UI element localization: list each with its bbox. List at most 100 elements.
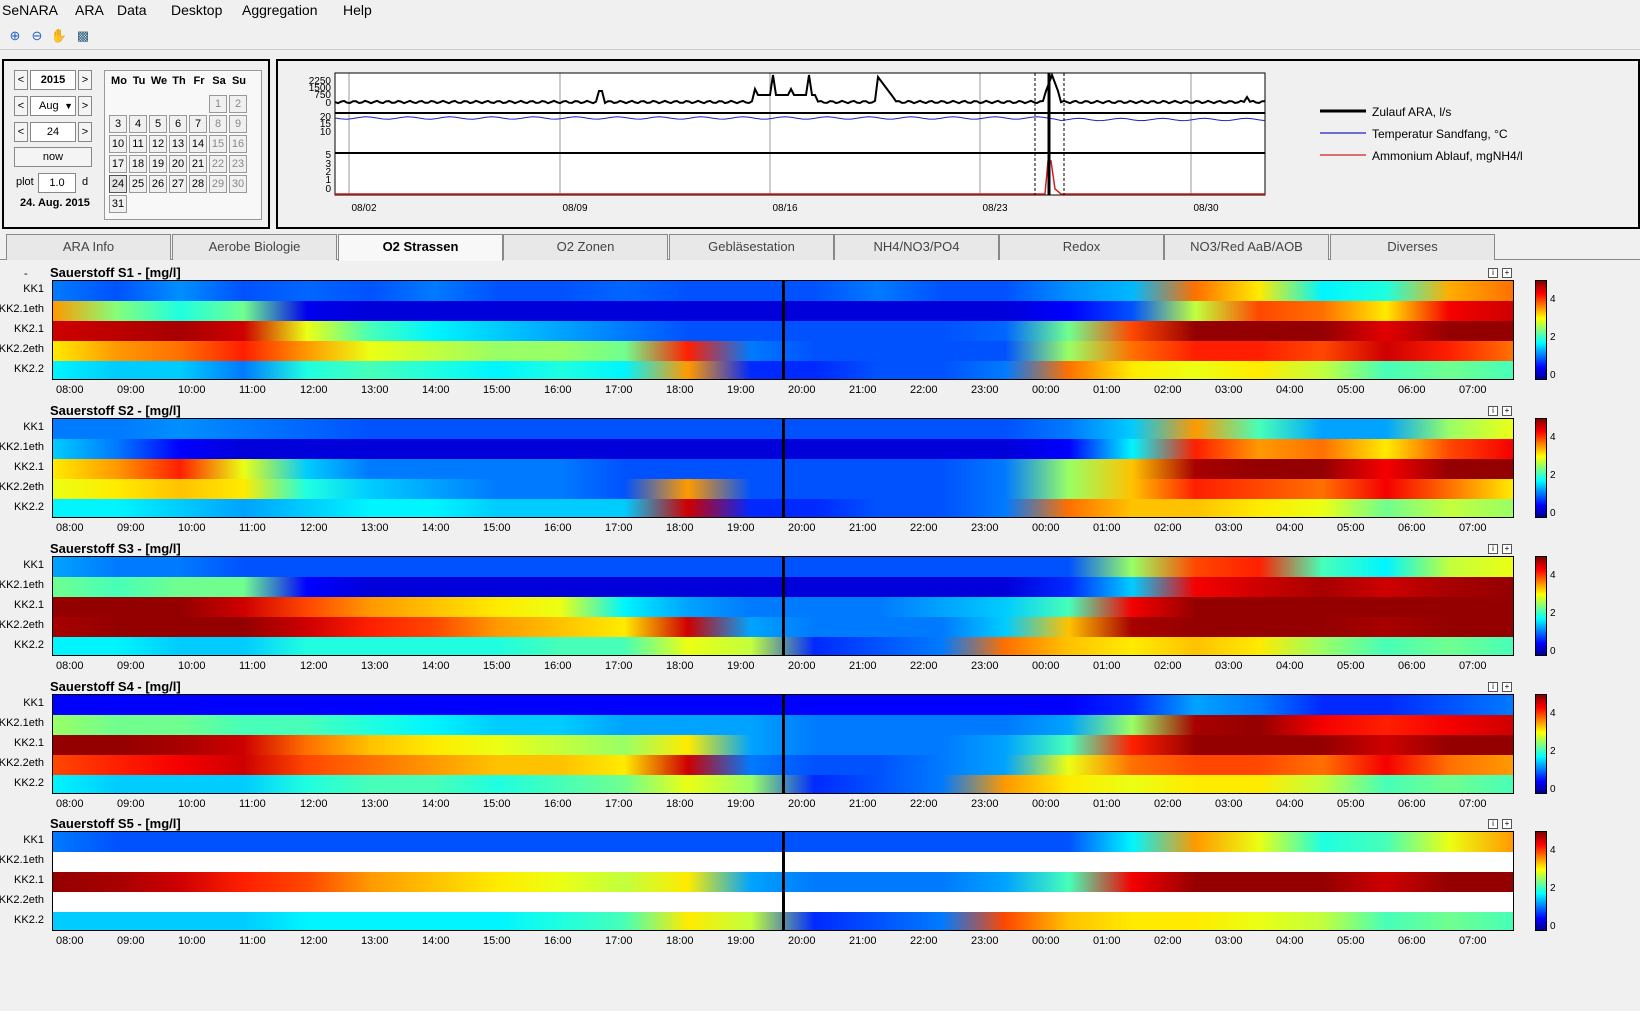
- info-icon[interactable]: i: [1488, 819, 1498, 829]
- day-next-button[interactable]: >: [78, 122, 92, 142]
- calendar-day[interactable]: 31: [109, 195, 127, 213]
- calendar-day[interactable]: 26: [149, 175, 167, 193]
- current-time-marker: [782, 281, 785, 379]
- menu-ara[interactable]: ARA: [75, 2, 104, 18]
- current-time-marker: [782, 832, 785, 930]
- expand-icon[interactable]: +: [1502, 544, 1512, 554]
- calendar-day[interactable]: 30: [229, 175, 247, 193]
- calendar-day[interactable]: 19: [149, 155, 167, 173]
- overview-ytick: 10: [320, 127, 332, 138]
- month-select[interactable]: Aug ▼: [30, 96, 76, 116]
- calendar-day[interactable]: 8: [209, 115, 227, 133]
- heatmap-panel[interactable]: [52, 280, 1514, 380]
- heatmap-panel[interactable]: [52, 694, 1514, 794]
- expand-icon[interactable]: +: [1502, 268, 1512, 278]
- menu-help[interactable]: Help: [343, 2, 372, 18]
- calendar-day[interactable]: 3: [109, 115, 127, 133]
- calendar-day[interactable]: 21: [189, 155, 207, 173]
- calendar-day[interactable]: 6: [169, 115, 187, 133]
- calendar-day[interactable]: 1: [209, 95, 227, 113]
- export-icon[interactable]: ▩: [74, 27, 92, 45]
- dash-marker: -: [24, 268, 28, 280]
- zoom-in-icon[interactable]: ⊕: [6, 27, 24, 45]
- calendar-day[interactable]: 24: [109, 175, 127, 193]
- zoom-out-icon[interactable]: ⊖: [28, 27, 46, 45]
- expand-icon[interactable]: +: [1502, 819, 1512, 829]
- tab-o2-strassen[interactable]: O2 Strassen: [338, 234, 503, 261]
- x-tick-label: 03:00: [1215, 935, 1243, 947]
- row-label: KK1: [23, 421, 44, 433]
- calendar-day[interactable]: 15: [209, 135, 227, 153]
- info-icon[interactable]: i: [1488, 682, 1498, 692]
- calendar-day[interactable]: 16: [229, 135, 247, 153]
- expand-icon[interactable]: +: [1502, 406, 1512, 416]
- overview-xtick: 08/23: [982, 203, 1007, 214]
- month-next-button[interactable]: >: [78, 96, 92, 116]
- heatmap-panel[interactable]: [52, 831, 1514, 931]
- calendar-day[interactable]: 14: [189, 135, 207, 153]
- plot-field[interactable]: 1.0: [38, 173, 76, 193]
- calendar-day[interactable]: 28: [189, 175, 207, 193]
- menu-aggregation[interactable]: Aggregation: [242, 2, 318, 18]
- tab-diverses[interactable]: Diverses: [1330, 234, 1495, 260]
- pan-hand-icon[interactable]: ✋: [50, 27, 68, 45]
- now-button[interactable]: now: [14, 147, 92, 167]
- tab-nh4-no3-po4[interactable]: NH4/NO3/PO4: [834, 234, 999, 260]
- info-icon[interactable]: i: [1488, 268, 1498, 278]
- calendar-day[interactable]: 25: [129, 175, 147, 193]
- calendar-day[interactable]: 18: [129, 155, 147, 173]
- calendar-day[interactable]: 22: [209, 155, 227, 173]
- row-label: KK2.2eth: [0, 481, 44, 493]
- calendar-day[interactable]: 7: [189, 115, 207, 133]
- x-tick-label: 08:00: [56, 384, 84, 396]
- calendar-day[interactable]: 10: [109, 135, 127, 153]
- day-field[interactable]: 24: [30, 122, 76, 142]
- x-tick-label: 06:00: [1398, 660, 1426, 672]
- x-tick-label: 23:00: [971, 384, 999, 396]
- calendar-day[interactable]: 12: [149, 135, 167, 153]
- tab-redox[interactable]: Redox: [999, 234, 1164, 260]
- calendar-day[interactable]: 29: [209, 175, 227, 193]
- x-tick-label: 04:00: [1276, 660, 1304, 672]
- menu-desktop[interactable]: Desktop: [171, 2, 222, 18]
- calendar-day[interactable]: 11: [129, 135, 147, 153]
- year-field[interactable]: 2015: [30, 70, 76, 90]
- info-icon[interactable]: i: [1488, 544, 1498, 554]
- year-next-button[interactable]: >: [78, 70, 92, 90]
- month-prev-button[interactable]: <: [14, 96, 28, 116]
- panel-title: Sauerstoff S4 - [mg/l]: [50, 679, 181, 694]
- menu-data[interactable]: Data: [117, 2, 147, 18]
- heatmap-panel[interactable]: [52, 418, 1514, 518]
- x-tick-label: 03:00: [1215, 522, 1243, 534]
- calendar-day[interactable]: 2: [229, 95, 247, 113]
- tab-o2-zonen[interactable]: O2 Zonen: [503, 234, 668, 260]
- colorbar-tick: 4: [1550, 294, 1556, 305]
- calendar-day[interactable]: 9: [229, 115, 247, 133]
- tab-no3-red-aab-aob[interactable]: NO3/Red AaB/AOB: [1164, 234, 1329, 260]
- calendar-day[interactable]: 13: [169, 135, 187, 153]
- calendar-day[interactable]: 4: [129, 115, 147, 133]
- year-prev-button[interactable]: <: [14, 70, 28, 90]
- x-tick-label: 23:00: [971, 798, 999, 810]
- calendar-day[interactable]: 17: [109, 155, 127, 173]
- x-tick-label: 18:00: [666, 798, 694, 810]
- overview-chart[interactable]: 2250150075002015105321008/02 08/09 08/16 08…: [278, 61, 1638, 227]
- tab-gebl-sestation[interactable]: Gebläsestation: [669, 234, 834, 260]
- legend-label: Zulauf ARA, l/s: [1372, 105, 1451, 119]
- calendar-day[interactable]: 23: [229, 155, 247, 173]
- x-tick-label: 00:00: [1032, 660, 1060, 672]
- expand-icon[interactable]: +: [1502, 682, 1512, 692]
- tab-ara-info[interactable]: ARA Info: [6, 234, 171, 260]
- tab-aerobe-biologie[interactable]: Aerobe Biologie: [172, 234, 337, 260]
- heatmap-panel[interactable]: [52, 556, 1514, 656]
- colorbar-tick: 2: [1550, 470, 1556, 481]
- calendar-day[interactable]: 20: [169, 155, 187, 173]
- calendar-day[interactable]: 5: [149, 115, 167, 133]
- x-tick-label: 11:00: [239, 935, 266, 947]
- x-tick-label: 07:00: [1459, 384, 1487, 396]
- x-tick-label: 21:00: [849, 384, 877, 396]
- menu-senara[interactable]: SeNARA: [2, 2, 58, 18]
- info-icon[interactable]: i: [1488, 406, 1498, 416]
- day-prev-button[interactable]: <: [14, 122, 28, 142]
- calendar-day[interactable]: 27: [169, 175, 187, 193]
